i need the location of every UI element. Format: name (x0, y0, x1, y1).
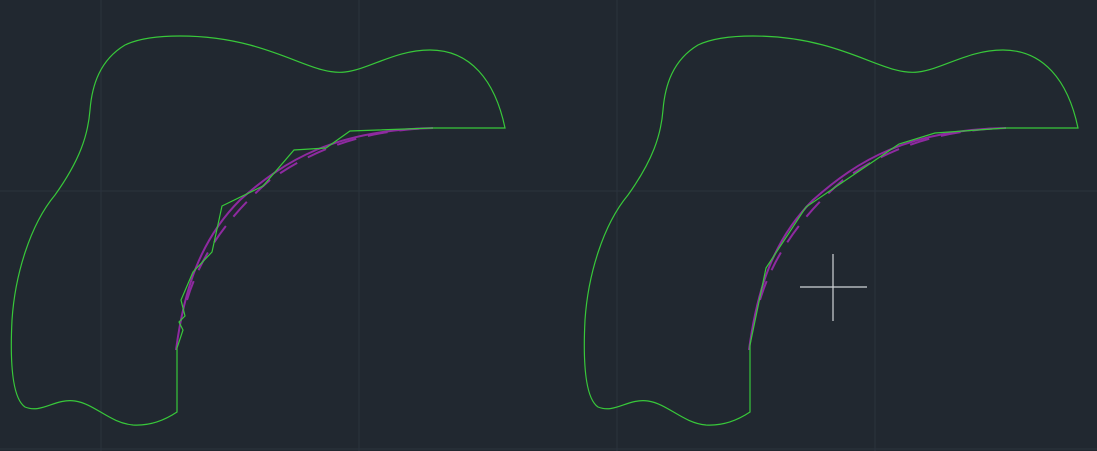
cad-model-space[interactable] (0, 0, 1097, 451)
canvas-background (0, 0, 1097, 451)
drawing-canvas[interactable] (0, 0, 1097, 451)
